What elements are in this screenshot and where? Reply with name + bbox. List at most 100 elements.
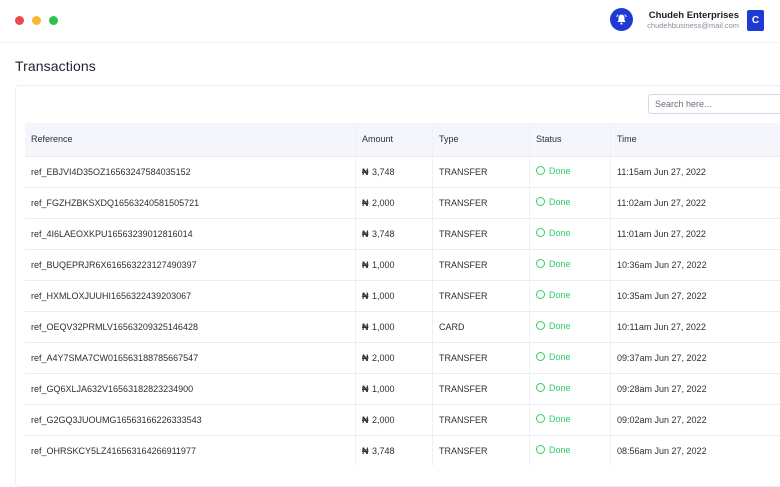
status-cell: Done (530, 435, 611, 466)
status-label: Done (549, 197, 571, 207)
time-cell: 08:56am Jun 27, 2022 (611, 435, 780, 466)
column-header-time[interactable]: Time (611, 123, 780, 156)
table-row[interactable]: ref_EBJVI4D35OZ16563247584035152 ₦ 3,748… (25, 156, 780, 187)
type-cell: TRANSFER (433, 187, 530, 218)
status-done-icon (536, 166, 545, 175)
minimize-window-button[interactable] (32, 16, 41, 25)
table-row[interactable]: ref_BUQEPRJR6X616563223127490397 ₦ 1,000… (25, 249, 780, 280)
amount-value: 1,000 (372, 260, 395, 270)
time-cell: 09:02am Jun 27, 2022 (611, 404, 780, 435)
currency-symbol: ₦ (362, 322, 369, 332)
status-label: Done (549, 259, 571, 269)
status-done-icon (536, 197, 545, 206)
status-done-icon (536, 259, 545, 268)
type-cell: TRANSFER (433, 404, 530, 435)
time-cell: 11:15am Jun 27, 2022 (611, 156, 780, 187)
amount-cell: ₦ 2,000 (356, 342, 433, 373)
status-label: Done (549, 352, 571, 362)
currency-symbol: ₦ (362, 198, 369, 208)
company-name: Chudeh Enterprises (647, 10, 739, 21)
table-row[interactable]: ref_GQ6XLJA632V16563182823234900 ₦ 1,000… (25, 373, 780, 404)
close-window-button[interactable] (15, 16, 24, 25)
status-label: Done (549, 383, 571, 393)
status-done-icon (536, 414, 545, 423)
type-cell: TRANSFER (433, 435, 530, 466)
amount-value: 2,000 (372, 415, 395, 425)
amount-value: 1,000 (372, 291, 395, 301)
currency-symbol: ₦ (362, 384, 369, 394)
type-cell: TRANSFER (433, 218, 530, 249)
status-label: Done (549, 414, 571, 424)
status-done-icon (536, 290, 545, 299)
reference-cell: ref_BUQEPRJR6X616563223127490397 (25, 249, 356, 280)
status-cell: Done (530, 156, 611, 187)
type-cell: TRANSFER (433, 156, 530, 187)
time-cell: 10:11am Jun 27, 2022 (611, 311, 780, 342)
page-title: Transactions (15, 58, 96, 74)
time-cell: 11:02am Jun 27, 2022 (611, 187, 780, 218)
status-label: Done (549, 445, 571, 455)
time-cell: 10:35am Jun 27, 2022 (611, 280, 780, 311)
table-row[interactable]: ref_HXMLOXJUUHI16563224392030​67 ₦ 1,000… (25, 280, 780, 311)
amount-cell: ₦ 1,000 (356, 280, 433, 311)
amount-value: 2,000 (372, 198, 395, 208)
column-header-status[interactable]: Status (530, 123, 611, 156)
status-done-icon (536, 228, 545, 237)
reference-cell: ref_GQ6XLJA632V16563182823234900 (25, 373, 356, 404)
account-info[interactable]: Chudeh Enterprises chudehbusiness@mail.c… (647, 10, 739, 31)
status-done-icon (536, 352, 545, 361)
column-header-amount[interactable]: Amount (356, 123, 433, 156)
notification-button[interactable] (610, 8, 633, 31)
maximize-window-button[interactable] (49, 16, 58, 25)
table-header-row: Reference Amount Type Status Time (25, 123, 780, 156)
status-cell: Done (530, 373, 611, 404)
status-cell: Done (530, 249, 611, 280)
amount-cell: ₦ 1,000 (356, 249, 433, 280)
transactions-table: Reference Amount Type Status Time ref_EB… (25, 123, 780, 466)
status-label: Done (549, 166, 571, 176)
reference-cell: ref_A4Y7SMA7CW016563188785667547 (25, 342, 356, 373)
table-row[interactable]: ref_FGZHZBKSXDQ16563240581505721 ₦ 2,000… (25, 187, 780, 218)
status-cell: Done (530, 311, 611, 342)
status-cell: Done (530, 404, 611, 435)
reference-cell: ref_OEQV32PRMLV16563209325146428 (25, 311, 356, 342)
amount-cell: ₦ 1,000 (356, 311, 433, 342)
search-input[interactable] (648, 94, 780, 114)
currency-symbol: ₦ (362, 229, 369, 239)
time-cell: 09:37am Jun 27, 2022 (611, 342, 780, 373)
bell-icon (615, 13, 628, 26)
amount-cell: ₦ 3,748 (356, 435, 433, 466)
column-header-type[interactable]: Type (433, 123, 530, 156)
reference-cell: ref_4I6LAEOXKPU16563239012816014 (25, 218, 356, 249)
status-done-icon (536, 445, 545, 454)
type-cell: TRANSFER (433, 342, 530, 373)
column-header-reference[interactable]: Reference (25, 123, 356, 156)
table-row[interactable]: ref_OEQV32PRMLV16563209325146428 ₦ 1,000… (25, 311, 780, 342)
currency-symbol: ₦ (362, 291, 369, 301)
amount-cell: ₦ 2,000 (356, 187, 433, 218)
status-label: Done (549, 228, 571, 238)
table-row[interactable]: ref_G2GQ3JUOUMG16563166226333543 ₦ 2,000… (25, 404, 780, 435)
avatar[interactable]: C (747, 10, 764, 31)
amount-cell: ₦ 3,748 (356, 156, 433, 187)
amount-value: 3,748 (372, 446, 395, 456)
amount-value: 1,000 (372, 384, 395, 394)
reference-cell: ref_G2GQ3JUOUMG16563166226333543 (25, 404, 356, 435)
type-cell: CARD (433, 311, 530, 342)
table-row[interactable]: ref_4I6LAEOXKPU16563239012816014 ₦ 3,748… (25, 218, 780, 249)
type-cell: TRANSFER (433, 280, 530, 311)
title-bar: Chudeh Enterprises chudehbusiness@mail.c… (0, 0, 780, 43)
amount-value: 2,000 (372, 353, 395, 363)
status-cell: Done (530, 280, 611, 311)
reference-cell: ref_EBJVI4D35OZ16563247584035152 (25, 156, 356, 187)
currency-symbol: ₦ (362, 260, 369, 270)
type-cell: TRANSFER (433, 249, 530, 280)
company-email: chudehbusiness@mail.com (647, 21, 739, 31)
amount-cell: ₦ 1,000 (356, 373, 433, 404)
table-row[interactable]: ref_A4Y7SMA7CW016563188785667547 ₦ 2,000… (25, 342, 780, 373)
amount-value: 3,748 (372, 167, 395, 177)
table-row[interactable]: ref_OHRSKCY5LZ416563164266911977 ₦ 3,748… (25, 435, 780, 466)
status-label: Done (549, 290, 571, 300)
currency-symbol: ₦ (362, 446, 369, 456)
time-cell: 09:28am Jun 27, 2022 (611, 373, 780, 404)
